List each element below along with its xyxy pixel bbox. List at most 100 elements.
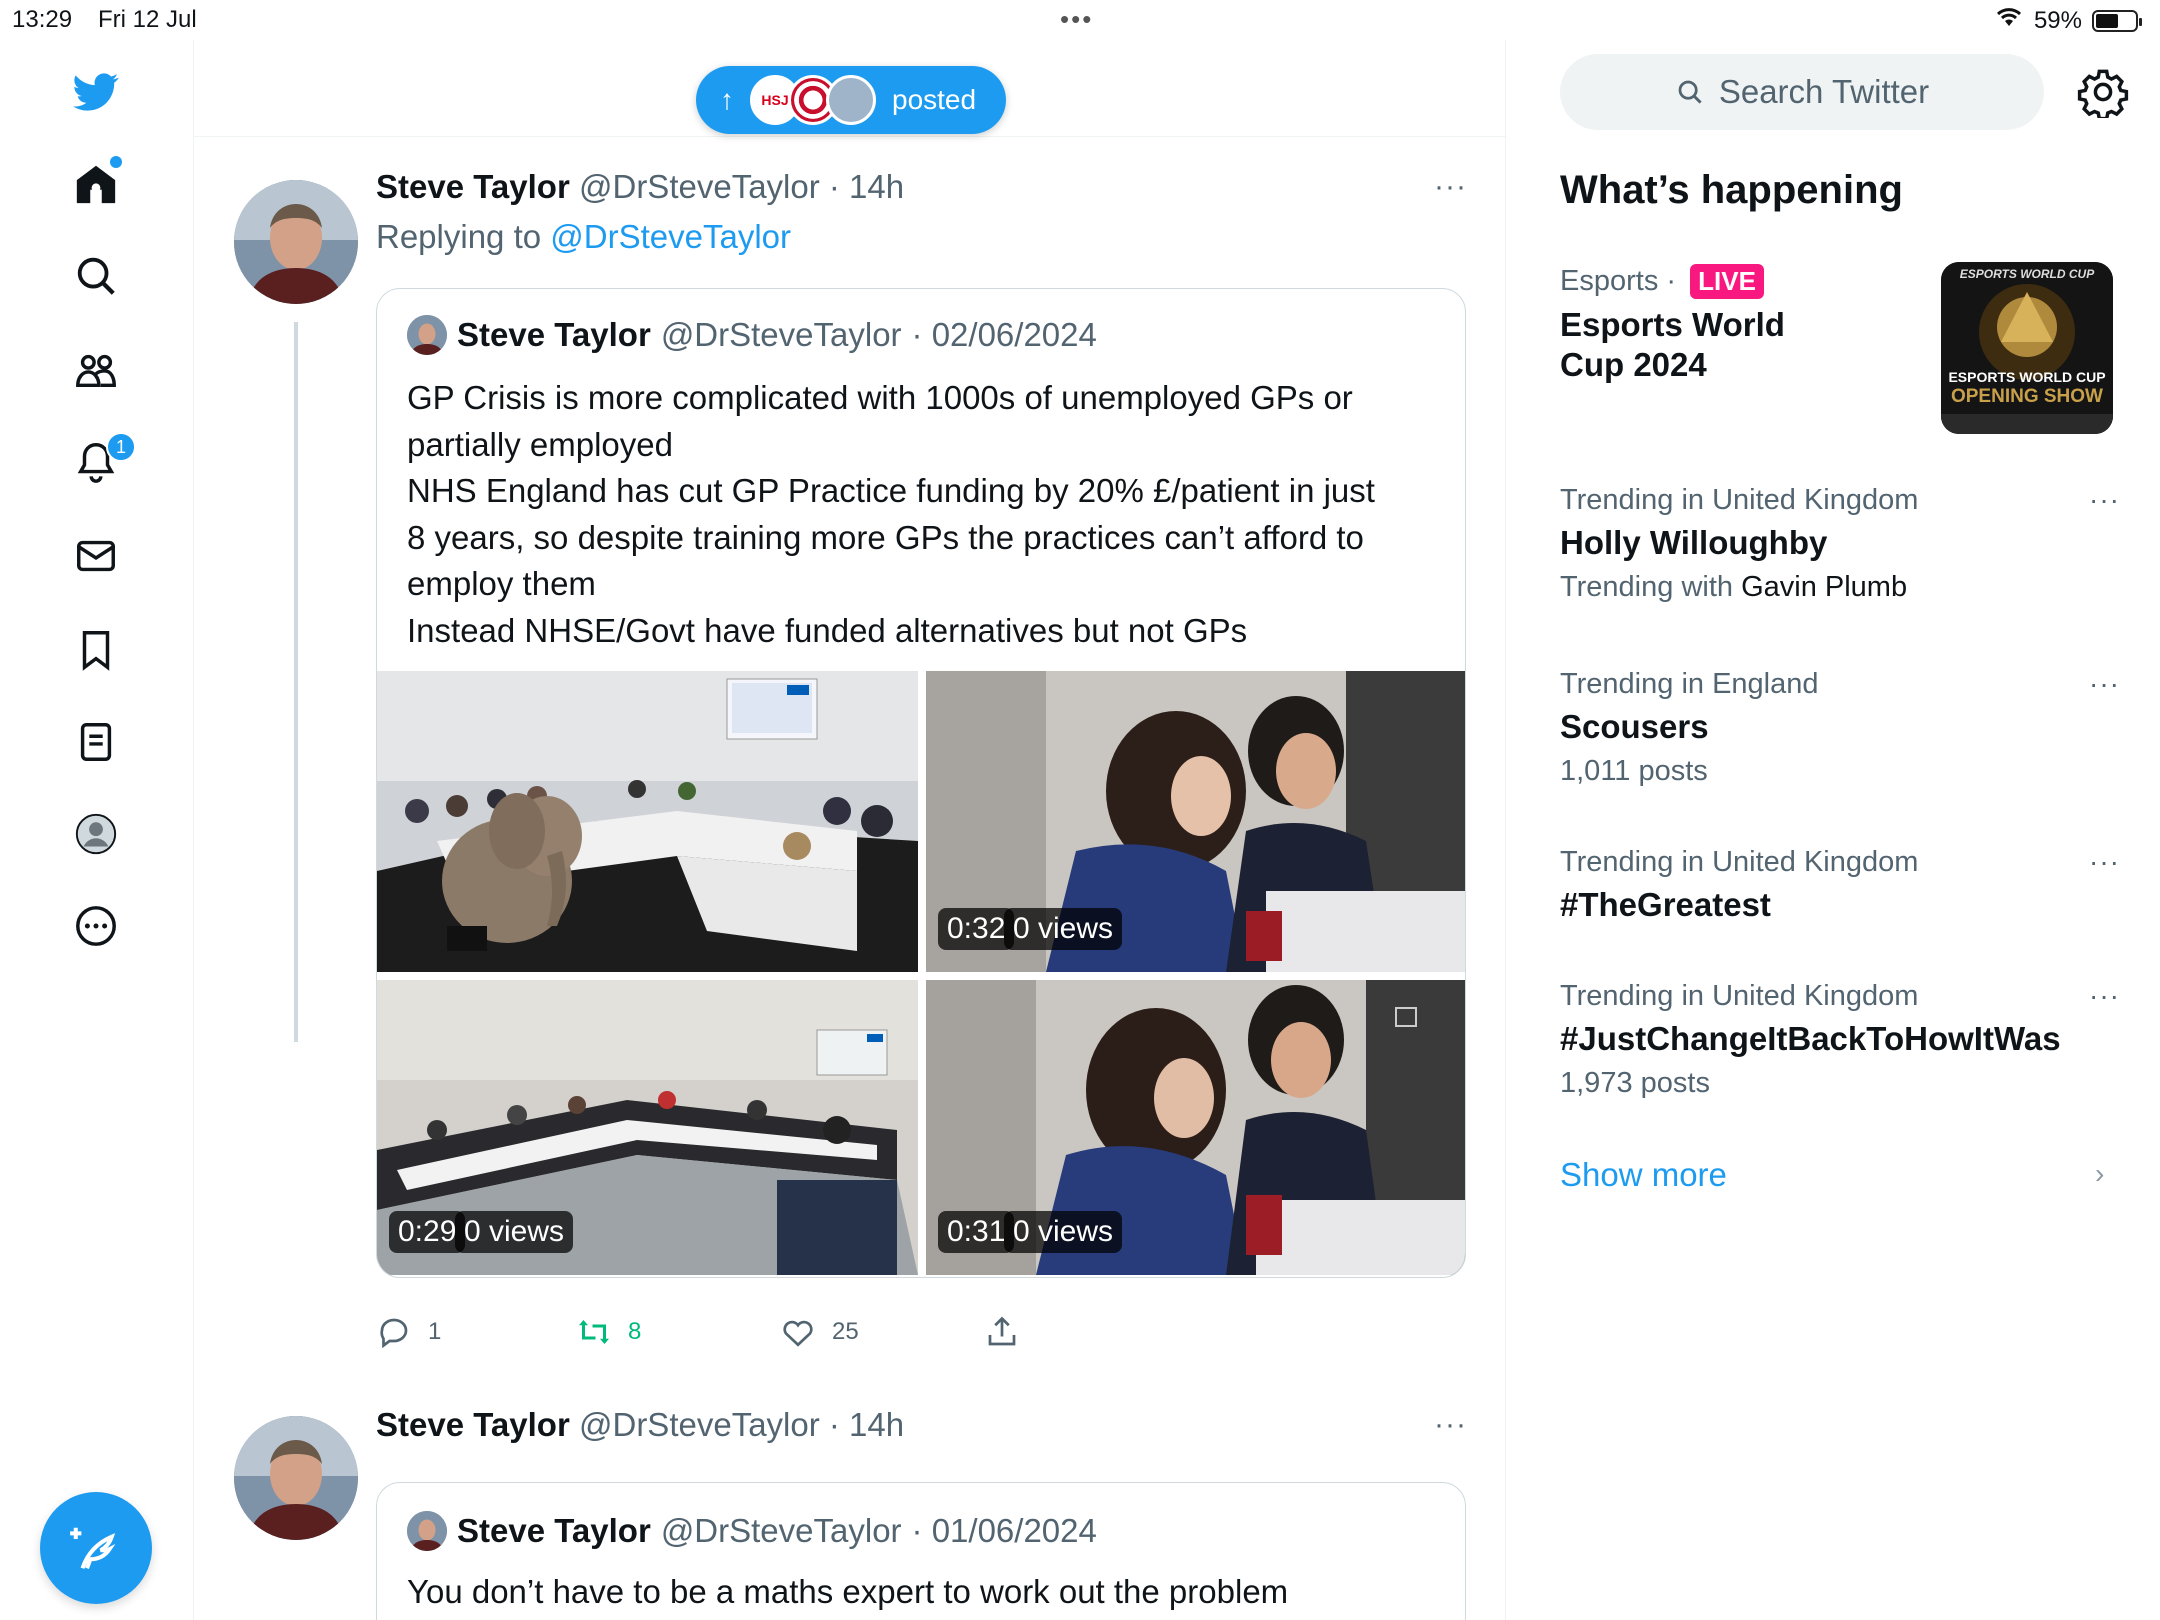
quoted-tweet[interactable]: Steve Taylor @DrSteveTaylor · 02/06/2024… [376,288,1466,1278]
profile-avatar-icon[interactable] [70,808,122,860]
trend-more-icon[interactable]: ··· [2089,484,2120,516]
video-duration: 0:31 [938,1211,1015,1253]
video-views: 0 views [455,1211,574,1253]
media-video-1[interactable]: 0:32 0 views [926,671,1465,972]
posted-label: posted [892,84,977,115]
tweet-more-icon[interactable]: ··· [1434,170,1467,204]
battery-icon [2092,9,2142,32]
avatar[interactable] [234,1416,358,1540]
search-icon [1678,80,1702,104]
compose-tweet-button[interactable] [40,1492,152,1604]
trend-context-sep: · [1666,265,1677,297]
show-more-link[interactable]: Show more [1560,1156,1727,1194]
quoted-date: · 01/06/2024 [911,1512,1097,1549]
trend-more-icon[interactable]: ··· [2089,668,2120,700]
media-image-meeting-elephant[interactable] [377,671,918,972]
home-icon[interactable] [70,156,122,210]
author-handle[interactable]: @DrSteveTaylor [579,168,820,205]
quoted-avatar [407,1511,447,1551]
tweet-time: · 14h [828,168,905,205]
trend-context: Trending in England [1560,668,1819,700]
lists-icon[interactable] [70,716,122,768]
trend-context: Trending in United Kingdom [1560,980,1919,1012]
retweet-icon [579,1320,609,1344]
share-button[interactable] [984,1314,1020,1350]
trend-title: #TheGreatest [1560,886,1771,923]
trend-title: #JustChangeItBackToHowItWas [1560,1020,2061,1057]
multitasking-dots-icon[interactable]: ••• [1060,4,1093,35]
avatar[interactable] [234,180,358,304]
video-duration: 0:32 [938,908,1015,950]
compose-feather-icon [70,1527,116,1569]
heart-icon [783,1320,813,1347]
quoted-tweet[interactable]: Steve Taylor @DrSteveTaylor · 01/06/2024… [376,1482,1466,1620]
arrow-up-icon: ↑ [720,84,734,115]
tweet-header: Steve Taylor @DrSteveTaylor · 14h [376,1406,904,1444]
trend-sub-prefix: Trending with [1560,571,1734,603]
twitter-logo-icon[interactable] [70,66,122,118]
video-views: 0 views [1004,1211,1123,1253]
replying-to: Replying to @DrSteveTaylor [376,218,791,256]
quoted-tweet-header: Steve Taylor @DrSteveTaylor · 01/06/2024 [407,1511,1097,1551]
bookmarks-icon[interactable] [70,624,122,676]
share-icon [988,1316,1016,1346]
settings-gear-icon[interactable] [2077,66,2129,121]
battery-fill [2096,13,2119,28]
esports-thumbnail[interactable]: ESPORTS WORLD CUP ESPORTS WORLD CUP OPEN… [1941,262,2113,434]
quoted-text-line: 8 years, so despite training more GPs th… [407,518,1364,556]
author-handle[interactable]: @DrSteveTaylor [579,1406,820,1443]
new-posts-pill[interactable]: ↑ HSJ posted [696,66,1006,134]
whats-happening-title: What’s happening [1560,168,1903,212]
trend-sub-link[interactable]: Gavin Plumb [1741,571,1907,603]
quoted-author-name: Steve Taylor [457,316,651,353]
trend-context: Trending in United Kingdom [1560,484,1919,516]
tweet-more-icon[interactable]: ··· [1434,1408,1467,1442]
status-date: Fri 12 Jul [98,6,197,33]
tweet-time: · 14h [828,1406,905,1443]
trend-more-icon[interactable]: ··· [2089,846,2120,878]
live-badge: LIVE [1690,264,1764,299]
search-icon[interactable] [70,250,122,302]
media-video-2[interactable]: 0:29 0 views [377,980,918,1275]
author-name[interactable]: Steve Taylor [376,1406,570,1443]
thumb-bottom-text: OPENING SHOW [1951,386,2103,407]
quoted-author-handle: @DrSteveTaylor [660,316,902,353]
trend-item[interactable]: Trending in United Kingdom #JustChangeIt… [1560,980,2120,1100]
like-button[interactable]: 25 [780,1314,859,1350]
wifi-icon [1994,6,2024,35]
trend-post-count: 1,973 posts [1560,1067,1710,1099]
quoted-text-line: partially employed [407,425,673,463]
author-name[interactable]: Steve Taylor [376,168,570,205]
trend-item[interactable]: Trending in United Kingdom #TheGreatest … [1560,846,2120,925]
media-grid: 0:32 0 views 0:29 0 views 0:31 0 views [377,671,1465,1275]
quoted-text-line: GP Crisis is more complicated with 1000s… [407,379,1353,416]
battery-percent: 59% [2033,6,2082,34]
person-avatar [826,75,876,125]
quoted-author-name: Steve Taylor [457,1512,651,1549]
right-sidebar: Search Twitter What’s happening Esports … [1507,40,2160,1620]
thumb-top-text: ESPORTS WORLD CUP [1960,267,2095,281]
retweet-button[interactable]: 8 [576,1314,641,1350]
replying-to-link[interactable]: @DrSteveTaylor [550,218,791,255]
tweet[interactable]: Steve Taylor @DrSteveTaylor · 14h ··· Re… [194,138,1506,1278]
left-nav: 1 [0,40,194,1620]
trend-item[interactable]: Trending in United Kingdom Holly Willoug… [1560,484,2120,604]
quoted-date: · 02/06/2024 [911,316,1097,353]
notifications-bell-icon[interactable]: 1 [70,432,136,488]
search-placeholder: Search Twitter [1718,73,1930,110]
communities-icon[interactable] [70,344,122,396]
more-options-icon[interactable] [70,900,122,952]
trend-more-icon[interactable]: ··· [2089,980,2120,1012]
messages-envelope-icon[interactable] [70,530,122,582]
tweet[interactable]: Steve Taylor @DrSteveTaylor · 14h ··· St… [194,1388,1506,1620]
reply-button[interactable]: 1 [376,1314,441,1350]
trend-context-label: Esports [1560,265,1659,297]
trend-item[interactable]: Trending in England Scousers 1,011 posts… [1560,668,2120,788]
home-unread-dot [110,156,122,168]
media-video-3[interactable]: 0:31 0 views [926,980,1465,1275]
chevron-right-icon: › [2095,1158,2105,1189]
search-input[interactable]: Search Twitter [1560,54,2044,130]
pill-avatars: HSJ [750,75,876,125]
status-bar: 13:29 Fri 12 Jul ••• 59% [0,0,2160,40]
timeline-column: ↑ HSJ posted Steve Taylor @DrSteveTaylor… [194,40,1506,1620]
